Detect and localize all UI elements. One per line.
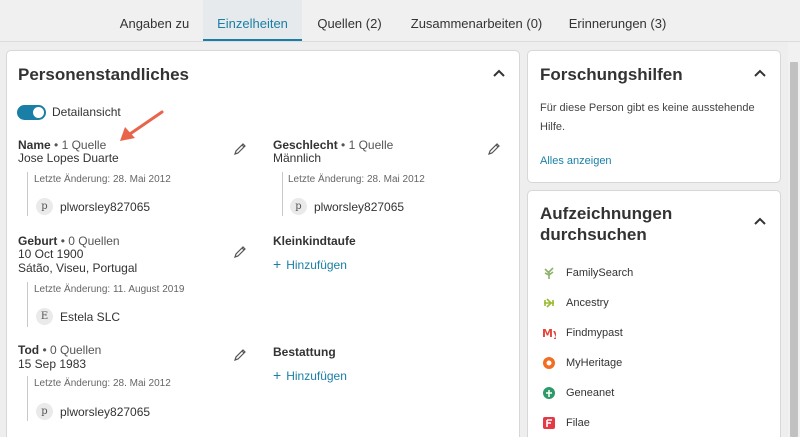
fact-birth-header[interactable]: Geburt • 0 Quellen [18, 234, 120, 248]
edit-pencil-icon[interactable] [233, 348, 247, 362]
fact-burial-header: Bestattung [273, 345, 336, 359]
fact-value: 15 Sep 1983 [18, 357, 87, 371]
title-line: Aufzeichnungen [540, 204, 673, 223]
record-source-label: Ancestry [566, 297, 609, 309]
last-changed: Letzte Änderung: 28. Mai 2012 [34, 174, 171, 185]
filae-icon [543, 417, 555, 429]
edit-pencil-icon[interactable] [487, 142, 501, 156]
record-source-label: FamilySearch [566, 267, 634, 279]
card-title: Personenstandliches [18, 65, 190, 84]
fact-value: Jose Lopes Duarte [18, 151, 119, 165]
record-source-label: Findmypast [566, 327, 623, 339]
avatar: E [36, 308, 53, 325]
tab-divider [0, 41, 800, 42]
tab-zusammenarbeiten[interactable]: Zusammenarbeiten (0) [397, 0, 556, 41]
history-line [27, 172, 28, 216]
fact-label: Kleinkindtaufe [273, 234, 356, 248]
tab-einzelheiten[interactable]: Einzelheiten [203, 0, 302, 41]
fact-label: Geburt [18, 234, 58, 248]
toggle-label: Detailansicht [52, 105, 121, 119]
add-label: Hinzufügen [286, 258, 347, 272]
collapse-chevron-icon[interactable] [751, 66, 769, 80]
collapse-chevron-icon[interactable] [490, 66, 508, 80]
geneanet-icon [543, 387, 555, 399]
edit-pencil-icon[interactable] [233, 142, 247, 156]
ancestry-leaf-icon [544, 298, 554, 308]
help-text: Für diese Person gibt es keine ausstehen… [540, 99, 755, 137]
record-source-label: Filae [566, 417, 590, 429]
record-source-label: Geneanet [566, 387, 615, 399]
tab-bar: Angaben zu Einzelheiten Quellen (2) Zusa… [0, 0, 800, 42]
avatar: p [36, 403, 53, 420]
tab-angaben-zu[interactable]: Angaben zu [106, 0, 203, 41]
card-title: Aufzeichnungen durchsuchen [540, 203, 672, 245]
fact-label: Bestattung [273, 345, 336, 359]
contributor-link[interactable]: Estela SLC [60, 310, 120, 324]
source-count: • 1 Quelle [54, 138, 107, 152]
fact-christening-header: Kleinkindtaufe [273, 234, 356, 248]
findmypast-icon: My [542, 327, 556, 340]
add-christening-link[interactable]: + Hinzufügen [273, 256, 347, 272]
familysearch-tree-icon [544, 267, 554, 279]
help-text-line: Für diese Person gibt es keine ausstehen… [540, 102, 755, 114]
detail-view-toggle[interactable] [17, 105, 46, 120]
fact-name-header[interactable]: Name • 1 Quelle [18, 138, 106, 152]
add-label: Hinzufügen [286, 369, 347, 383]
history-line [282, 172, 283, 216]
show-all-link[interactable]: Alles anzeigen [540, 155, 612, 167]
fact-label: Name [18, 138, 51, 152]
source-count: • 1 Quelle [341, 138, 394, 152]
fact-value: 10 Oct 1900 [18, 247, 84, 261]
history-line [27, 282, 28, 327]
myheritage-icon [543, 357, 555, 369]
history-line [27, 376, 28, 421]
record-source-label: MyHeritage [566, 357, 623, 369]
fact-label: Geschlecht [273, 138, 338, 152]
fact-death-header[interactable]: Tod • 0 Quellen [18, 343, 101, 357]
contributor-link[interactable]: plworsley827065 [314, 200, 404, 214]
card-title: Forschungshilfen [540, 65, 683, 84]
source-count: • 0 Quellen [60, 234, 120, 248]
collapse-chevron-icon[interactable] [751, 214, 769, 228]
edit-pencil-icon[interactable] [233, 245, 247, 259]
annotation-arrow [120, 110, 164, 141]
tab-quellen[interactable]: Quellen (2) [302, 0, 397, 41]
title-line: durchsuchen [540, 225, 647, 244]
plus-icon: + [273, 367, 282, 383]
fact-label: Tod [18, 343, 40, 357]
last-changed: Letzte Änderung: 11. August 2019 [34, 284, 185, 295]
fact-gender-header[interactable]: Geschlecht • 1 Quelle [273, 138, 393, 152]
scrollbar-thumb[interactable] [790, 62, 798, 437]
fact-value: Sátão, Viseu, Portugal [18, 261, 138, 275]
add-burial-link[interactable]: + Hinzufügen [273, 367, 347, 383]
svg-text:My: My [542, 327, 556, 340]
plus-icon: + [273, 256, 282, 272]
help-text-line: Hilfe. [540, 121, 566, 133]
source-count: • 0 Quellen [42, 343, 102, 357]
avatar: p [290, 198, 307, 215]
last-changed: Letzte Änderung: 28. Mai 2012 [288, 174, 425, 185]
contributor-link[interactable]: plworsley827065 [60, 405, 150, 419]
fact-value: Männlich [273, 151, 322, 165]
tab-erinnerungen[interactable]: Erinnerungen (3) [556, 0, 679, 41]
last-changed: Letzte Änderung: 28. Mai 2012 [34, 378, 171, 389]
contributor-link[interactable]: plworsley827065 [60, 200, 150, 214]
avatar: p [36, 198, 53, 215]
